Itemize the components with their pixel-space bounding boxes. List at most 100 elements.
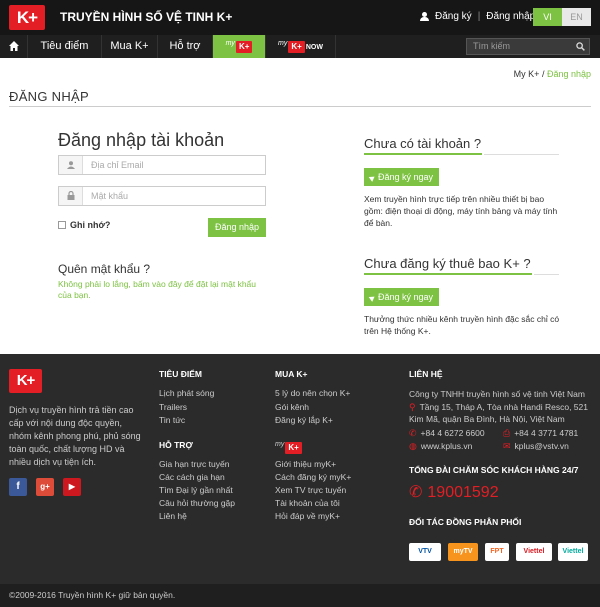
user-icon [67, 161, 75, 169]
footer-link[interactable]: Đăng ký lắp K+ [275, 415, 333, 425]
remember-me[interactable]: Ghi nhớ? [58, 220, 110, 230]
footer-description: Dịch vụ truyền hình trả tiền cao cấp với… [9, 405, 141, 467]
divider [484, 154, 559, 155]
mykplus-logo: K+ [235, 41, 253, 53]
footer-link[interactable]: 5 lý do nên chọn K+ [275, 388, 350, 398]
password-field[interactable]: Mật khẩu [58, 186, 266, 206]
send-icon [368, 173, 377, 182]
breadcrumb-home[interactable]: My K+ [514, 69, 540, 79]
nav-tieu-diem[interactable]: Tiêu điểm [28, 35, 102, 58]
auth-separator: | [477, 11, 481, 22]
partner-fpt-logo[interactable]: FPT [485, 543, 509, 561]
send-icon [368, 293, 377, 302]
footer-link[interactable]: Giới thiệu myK+ [275, 459, 336, 469]
website-text: www.kplus.vn [420, 441, 473, 451]
fax-text: +84 4 3771 4781 [514, 428, 579, 438]
nav-mykplus[interactable]: my K+ [213, 35, 266, 58]
footer-link[interactable]: Lịch phát sóng [159, 388, 214, 398]
footer-link[interactable]: Các cách gia hạn [159, 472, 225, 482]
breadcrumb: My K+ / Đăng nhập [514, 69, 591, 79]
email-field[interactable]: Địa chỉ Email [58, 155, 266, 175]
website[interactable]: ◍ www.kplus.vn [409, 440, 472, 452]
footer-link[interactable]: Trailers [159, 402, 187, 412]
youtube-icon[interactable]: ▶ [63, 478, 81, 496]
copyright: ©2009-2016 Truyền hình K+ giữ bản quyền. [0, 584, 600, 607]
lock-icon [67, 191, 75, 200]
mykplus-footer-my: my [275, 441, 285, 448]
no-account-underline [364, 153, 482, 155]
footer-link[interactable]: Tài khoản của tôi [275, 498, 340, 508]
partners-title: ĐỐI TÁC ĐỒNG PHÂN PHỐI [409, 517, 522, 527]
footer-logo[interactable]: K+ [9, 369, 42, 393]
mykplusnow-my-label: my [278, 40, 288, 47]
phone: ✆ +84 4 6272 6600 [409, 427, 485, 439]
no-account-text: Xem truyền hình trực tiếp trên nhiều thi… [364, 194, 558, 228]
email-text: kplus@vstv.vn [514, 441, 569, 451]
login-link[interactable]: Đăng nhập [486, 11, 535, 22]
phone-icon: ✆ [409, 428, 417, 438]
kplus-logo[interactable]: K+ [9, 5, 45, 30]
signup-link[interactable]: Đăng ký [435, 11, 472, 22]
home-icon [9, 41, 19, 51]
auth-links: Đăng ký | Đăng nhập [420, 11, 535, 22]
remember-checkbox[interactable] [58, 221, 66, 229]
hotline-title: TỔNG ĐÀI CHĂM SÓC KHÁCH HÀNG 24/7 [409, 465, 579, 475]
lang-vi-button[interactable]: VI [533, 8, 562, 26]
divider [9, 106, 591, 107]
map-marker-icon: ⚲ [409, 402, 416, 412]
company-name: Công ty TNHH truyền hình số vệ tinh Việt… [409, 389, 585, 399]
search-input[interactable]: Tìm kiếm [466, 38, 590, 55]
subscribe-now-button[interactable]: Đăng ký ngay [364, 288, 439, 306]
email-placeholder: Địa chỉ Email [91, 160, 144, 170]
forgot-password-title: Quên mật khẩu ? [58, 262, 151, 276]
address-text: Tầng 15, Tháp A, Tòa nhà Handi Resco, 52… [409, 402, 588, 424]
email[interactable]: ✉ kplus@vstv.vn [503, 440, 569, 452]
password-icon-box [59, 187, 83, 205]
subscribe-now-label: Đăng ký ngay [377, 292, 434, 302]
search-placeholder: Tìm kiếm [473, 41, 510, 51]
facebook-icon[interactable]: f [9, 478, 27, 496]
footer-link[interactable]: Tìm Đại lý gần nhất [159, 485, 233, 495]
footer-link[interactable]: Câu hỏi thường gặp [159, 498, 235, 508]
nav-home[interactable] [0, 35, 28, 58]
footer-contact-title: LIÊN HỆ [409, 369, 443, 379]
no-subscription-title: Chưa đăng ký thuê bao K+ ? [364, 256, 531, 271]
footer-link[interactable]: Hỏi đáp về myK+ [275, 511, 340, 521]
company-address: ⚲ Tầng 15, Tháp A, Tòa nhà Handi Resco, 5… [409, 401, 594, 425]
nav-mykplus-now[interactable]: my K+ NOW [266, 35, 336, 58]
nav-ho-tro[interactable]: Hỗ trợ [158, 35, 213, 58]
partner-mytv-logo[interactable]: myTV [448, 543, 478, 561]
mykplus-my-label: my [225, 40, 235, 47]
footer-col-ho-tro-title: HỖ TRỢ [159, 440, 193, 450]
footer-link[interactable]: Xem TV trực tuyến [275, 485, 346, 495]
no-subscription-text: Thưởng thức nhiều kênh truyền hình đặc s… [364, 314, 560, 336]
lang-en-button[interactable]: EN [562, 8, 591, 26]
footer-link[interactable]: Gói kênh [275, 402, 309, 412]
password-placeholder: Mật khẩu [91, 191, 129, 201]
user-icon [420, 12, 429, 21]
fax-icon: ⎙ [503, 428, 511, 438]
site-title: TRUYỀN HÌNH SỐ VỆ TINH K+ [60, 10, 233, 24]
hotline-phone-icon: ✆ [409, 484, 423, 501]
now-label: NOW [305, 44, 323, 51]
login-submit-button[interactable]: Đăng nhập [208, 218, 266, 237]
footer-link[interactable]: Tin tức [159, 415, 185, 425]
envelope-icon: ✉ [503, 441, 511, 451]
footer-link[interactable]: Cách đăng ký myK+ [275, 472, 351, 482]
login-form-title: Đăng nhập tài khoản [58, 130, 225, 150]
footer-link[interactable]: Gia hạn trực tuyến [159, 459, 229, 469]
forgot-password-link[interactable]: Không phải lo lắng, bấm vào đây để đặt l… [58, 279, 268, 301]
hotline[interactable]: ✆ 19001592 [409, 482, 499, 502]
nav-mua-kplus[interactable]: Mua K+ [102, 35, 158, 58]
phone-text: +84 4 6272 6600 [420, 428, 485, 438]
remember-label: Ghi nhớ? [70, 220, 111, 230]
signup-now-button[interactable]: Đăng ký ngay [364, 168, 439, 186]
partner-vtv-logo[interactable]: VTV [409, 543, 441, 561]
partner-viettel-2-logo[interactable]: Viettel [558, 543, 588, 561]
partner-viettel-logo[interactable]: Viettel [516, 543, 552, 561]
google-plus-icon[interactable]: g+ [36, 478, 54, 496]
footer-col-mua-kplus-title: MUA K+ [275, 369, 308, 379]
mykplus-footer-k: K+ [285, 442, 302, 454]
search-icon[interactable] [576, 42, 585, 51]
footer-link[interactable]: Liên hệ [159, 511, 187, 521]
